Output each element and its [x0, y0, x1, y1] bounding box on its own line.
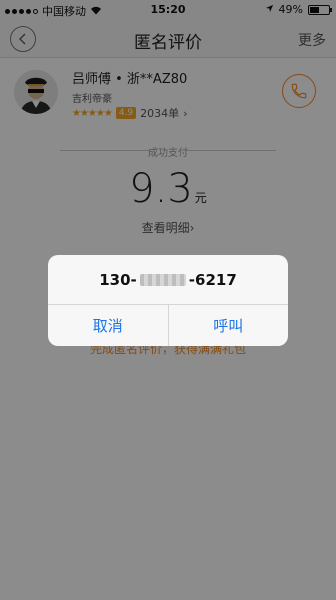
cancel-button[interactable]: 取消: [48, 305, 168, 346]
dialog-buttons: 取消 呼叫: [48, 304, 288, 346]
call-confirm-dialog: 130- -6217 取消 呼叫: [48, 255, 288, 346]
masked-digits: [139, 273, 186, 286]
phone-prefix: 130-: [99, 270, 137, 289]
call-button[interactable]: 呼叫: [167, 305, 289, 346]
phone-number: 130- -6217: [48, 255, 288, 304]
phone-suffix: -6217: [188, 270, 237, 289]
